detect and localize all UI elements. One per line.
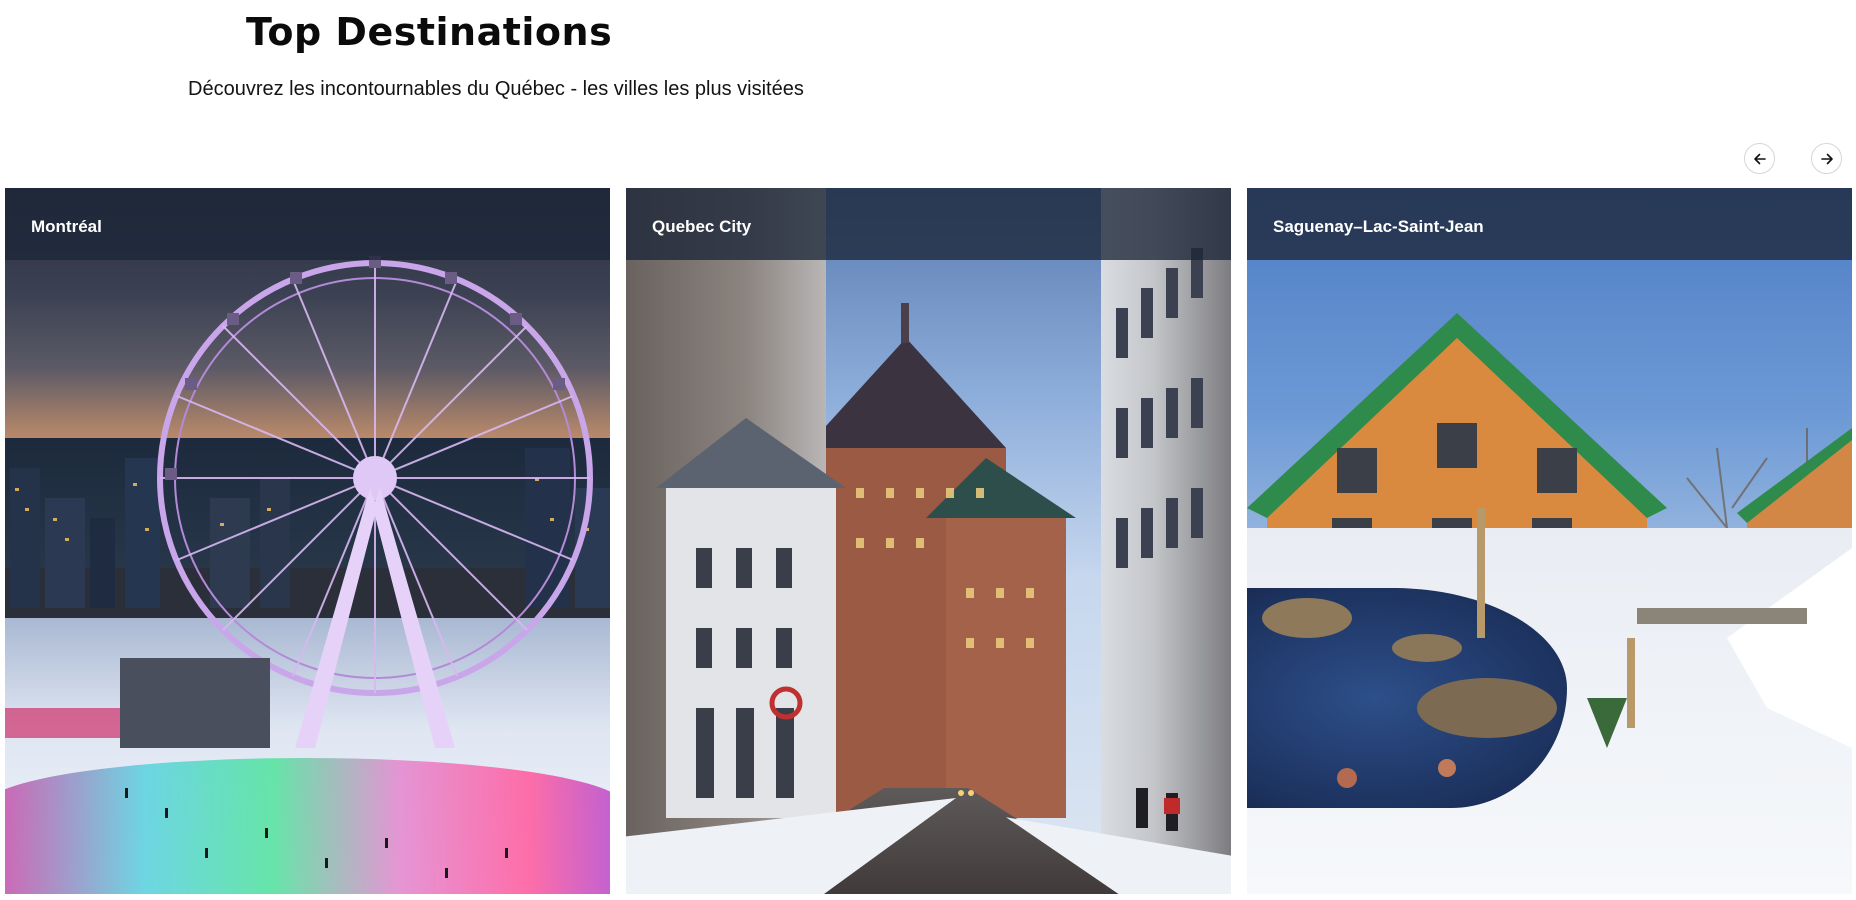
page-title: Top Destinations [246, 10, 613, 54]
montreal-photo [5, 188, 610, 894]
destination-name: Saguenay–Lac-Saint-Jean [1273, 217, 1484, 236]
carousel-prev-button[interactable] [1744, 143, 1775, 174]
page-subtitle: Découvrez les incontournables du Québec … [188, 78, 804, 100]
saguenay-photo [1247, 188, 1852, 894]
card-label-bar: Saguenay–Lac-Saint-Jean [1247, 188, 1852, 260]
quebec-city-photo [626, 188, 1231, 894]
destination-card-saguenay[interactable]: Saguenay–Lac-Saint-Jean [1247, 188, 1852, 894]
card-label-bar: Quebec City [626, 188, 1231, 260]
card-label-bar: Montréal [5, 188, 610, 260]
arrow-left-icon [1753, 153, 1766, 164]
arrow-right-icon [1820, 153, 1833, 164]
destination-card-montreal[interactable]: Montréal [5, 188, 610, 894]
page: Top Destinations Découvrez les incontour… [0, 0, 1856, 900]
destination-card-quebec-city[interactable]: Quebec City [626, 188, 1231, 894]
destination-name: Quebec City [652, 217, 752, 236]
destination-carousel: Montréal Quebec City Saguenay–Lac-Saint-… [0, 188, 1856, 894]
carousel-next-button[interactable] [1811, 143, 1842, 174]
destination-name: Montréal [31, 217, 102, 236]
